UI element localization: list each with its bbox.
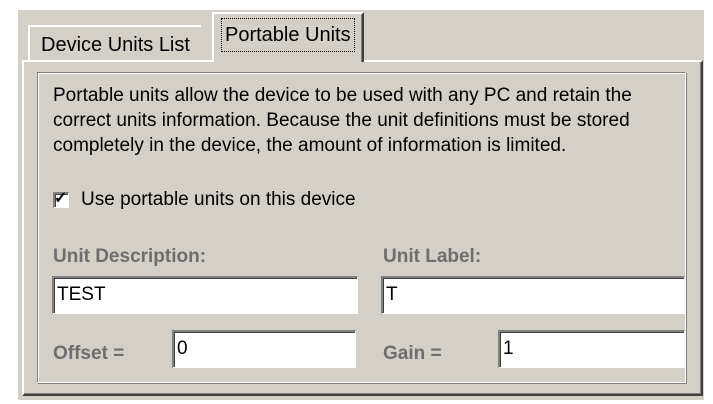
gain-label: Gain = (383, 343, 442, 364)
offset-field[interactable]: 0 (172, 330, 356, 368)
tab-device-units-list-label: Device Units List (41, 34, 190, 56)
tab-portable-units-label: Portable Units (221, 18, 355, 52)
portable-units-description: Portable units allow the device to be us… (53, 85, 632, 156)
unit-description-field[interactable]: TEST (52, 276, 358, 314)
unit-description-label: Unit Description: (53, 246, 207, 267)
tab-portable-units[interactable]: Portable Units (212, 12, 364, 62)
unit-label-label: Unit Label: (383, 246, 482, 267)
use-portable-units-label[interactable]: Use portable units on this device (81, 188, 356, 212)
gain-field[interactable]: 1 (498, 330, 685, 368)
unit-label-field[interactable]: T (381, 276, 685, 314)
check-mark-icon: ✓ (54, 190, 68, 207)
use-portable-units-checkbox[interactable]: ✓ (53, 190, 69, 208)
portable-units-panel: Portable units allow the device to be us… (22, 60, 703, 396)
portable-units-checkbox-row[interactable]: ✓ Use portable units on this device (53, 188, 356, 212)
offset-label: Offset = (53, 343, 125, 364)
tab-device-units-list[interactable]: Device Units List (28, 25, 201, 61)
